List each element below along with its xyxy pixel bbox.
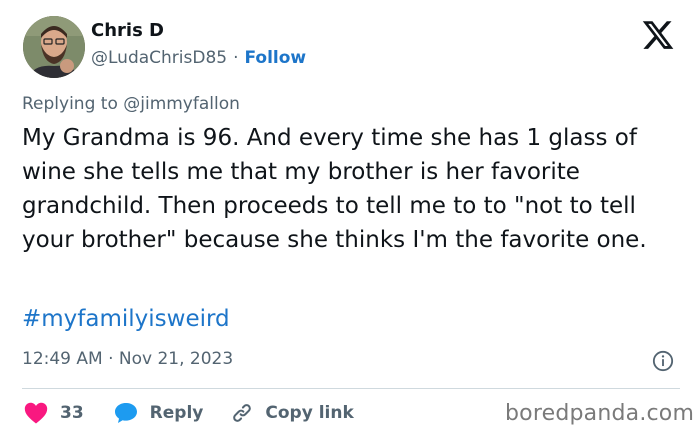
divider [22, 388, 680, 389]
avatar[interactable] [23, 16, 85, 78]
tweet-text: My Grandma is 96. And every time she has… [22, 125, 647, 253]
author-name[interactable]: Chris D [91, 20, 164, 41]
follow-button[interactable]: Follow [245, 48, 307, 68]
author-handle[interactable]: @LudaChrisD85 [91, 48, 227, 68]
x-logo-icon[interactable] [641, 18, 675, 52]
action-bar: 33 Reply Copy link [24, 398, 354, 428]
heart-icon [24, 402, 48, 424]
reply-label: Reply [149, 403, 204, 423]
timestamp[interactable]: 12:49 AM · Nov 21, 2023 [22, 349, 233, 369]
copy-link-button[interactable]: Copy link [231, 402, 354, 424]
hashtag-link[interactable]: #myfamilyisweird [22, 306, 230, 332]
avatar-image [23, 16, 85, 78]
separator-dot: · [233, 48, 239, 68]
like-button[interactable]: 33 [24, 402, 114, 424]
info-icon[interactable] [652, 350, 674, 372]
watermark: boredpanda.com [505, 401, 695, 426]
replying-to: Replying to @jimmyfallon [22, 94, 240, 114]
link-icon [233, 404, 252, 422]
author-handle-row: @LudaChrisD85 · Follow [91, 48, 306, 68]
speech-bubble-icon [114, 403, 137, 423]
like-count: 33 [60, 403, 84, 423]
reply-button[interactable]: Reply [114, 402, 232, 424]
copy-link-label: Copy link [265, 403, 354, 423]
